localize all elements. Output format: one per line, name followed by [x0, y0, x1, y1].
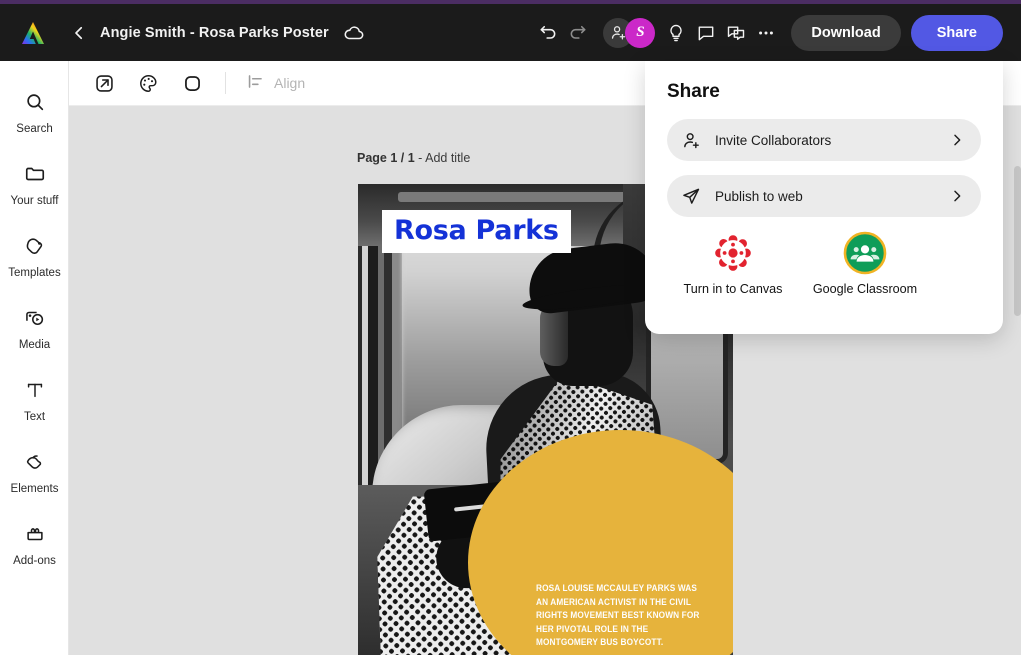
comment-icon[interactable]: [691, 18, 721, 48]
cloud-saved-icon[interactable]: [341, 20, 367, 46]
sidebar-item-label: Text: [23, 411, 46, 423]
turn-in-to-canvas-button[interactable]: Turn in to Canvas: [681, 231, 785, 296]
left-sidebar: Search Your stuff Templates Media Text E…: [0, 61, 69, 655]
resize-icon[interactable]: [91, 70, 117, 96]
toolbar-divider: [225, 72, 226, 94]
google-classroom-button[interactable]: Google Classroom: [813, 231, 917, 296]
document-title[interactable]: Angie Smith - Rosa Parks Poster: [100, 25, 329, 41]
sidebar-item-media[interactable]: Media: [0, 293, 69, 365]
share-popover: Share Invite Collaborators Publish to we…: [645, 61, 1003, 334]
search-icon: [24, 91, 46, 118]
app-tile-label: Google Classroom: [812, 282, 918, 296]
figure-face: [540, 304, 568, 366]
templates-icon: [24, 235, 46, 262]
elements-icon: [24, 451, 46, 478]
redo-icon[interactable]: [563, 18, 593, 48]
add-collaborator-icon: [681, 130, 705, 150]
sidebar-item-label: Elements: [10, 483, 59, 495]
share-apps-row: Turn in to Canvas Google Classroom: [667, 231, 981, 296]
sidebar-item-your-stuff[interactable]: Your stuff: [0, 149, 69, 221]
invite-collaborators-row[interactable]: Invite Collaborators: [667, 119, 981, 161]
canvas-lms-icon: [711, 231, 755, 275]
addons-icon: [24, 523, 46, 550]
align-control: Align: [246, 72, 305, 94]
sidebar-item-label: Add-ons: [13, 555, 56, 567]
chevron-right-icon: [949, 132, 965, 148]
back-button[interactable]: [64, 18, 94, 48]
sidebar-item-label: Templates: [8, 267, 61, 279]
collaborators-group: S: [603, 17, 656, 48]
app-root: Angie Smith - Rosa Parks Poster S Downlo…: [0, 0, 1021, 655]
canvas-scrollbar[interactable]: [1014, 166, 1021, 316]
poster-title-block[interactable]: Rosa Parks: [382, 210, 571, 253]
chevron-right-icon: [949, 188, 965, 204]
sidebar-item-label: Search: [16, 123, 53, 135]
undo-icon[interactable]: [533, 18, 563, 48]
paper-plane-icon: [681, 186, 705, 206]
download-button[interactable]: Download: [791, 14, 901, 51]
share-panel-heading: Share: [667, 81, 720, 102]
align-label: Align: [274, 75, 306, 91]
ideas-lightbulb-icon[interactable]: [661, 18, 691, 48]
sidebar-item-text[interactable]: Text: [0, 365, 69, 437]
sidebar-item-add-ons[interactable]: Add-ons: [0, 509, 69, 581]
poster-title-text: Rosa Parks: [394, 215, 559, 246]
avatar[interactable]: S: [625, 17, 656, 48]
media-icon: [24, 307, 46, 334]
sidebar-item-templates[interactable]: Templates: [0, 221, 69, 293]
rounded-square-icon[interactable]: [179, 70, 205, 96]
sidebar-item-label: Your stuff: [10, 195, 59, 207]
sidebar-item-elements[interactable]: Elements: [0, 437, 69, 509]
google-classroom-icon: [843, 231, 887, 275]
page-add-title: - Add title: [414, 151, 471, 165]
more-options-icon[interactable]: [751, 18, 781, 48]
adobe-express-logo[interactable]: [18, 18, 48, 48]
app-tile-label: Turn in to Canvas: [683, 282, 783, 296]
page-number: Page 1 / 1: [357, 151, 415, 165]
app-header: Angie Smith - Rosa Parks Poster S Downlo…: [0, 4, 1021, 61]
publish-to-web-row[interactable]: Publish to web: [667, 175, 981, 217]
duplicate-icon[interactable]: [721, 18, 751, 48]
share-row-label: Invite Collaborators: [715, 132, 832, 148]
page-title-label[interactable]: Page 1 / 1 - Add title: [357, 151, 470, 165]
share-row-label: Publish to web: [715, 188, 803, 204]
share-button[interactable]: Share: [910, 14, 1003, 51]
sidebar-item-search[interactable]: Search: [0, 77, 69, 149]
align-icon: [246, 72, 265, 94]
text-icon: [24, 379, 46, 406]
sidebar-item-label: Media: [18, 339, 51, 351]
folder-icon: [24, 163, 46, 190]
poster-body-text[interactable]: ROSA LOUISE MCCAULEY PARKS WAS AN AMERIC…: [536, 581, 702, 649]
color-palette-icon[interactable]: [135, 70, 161, 96]
